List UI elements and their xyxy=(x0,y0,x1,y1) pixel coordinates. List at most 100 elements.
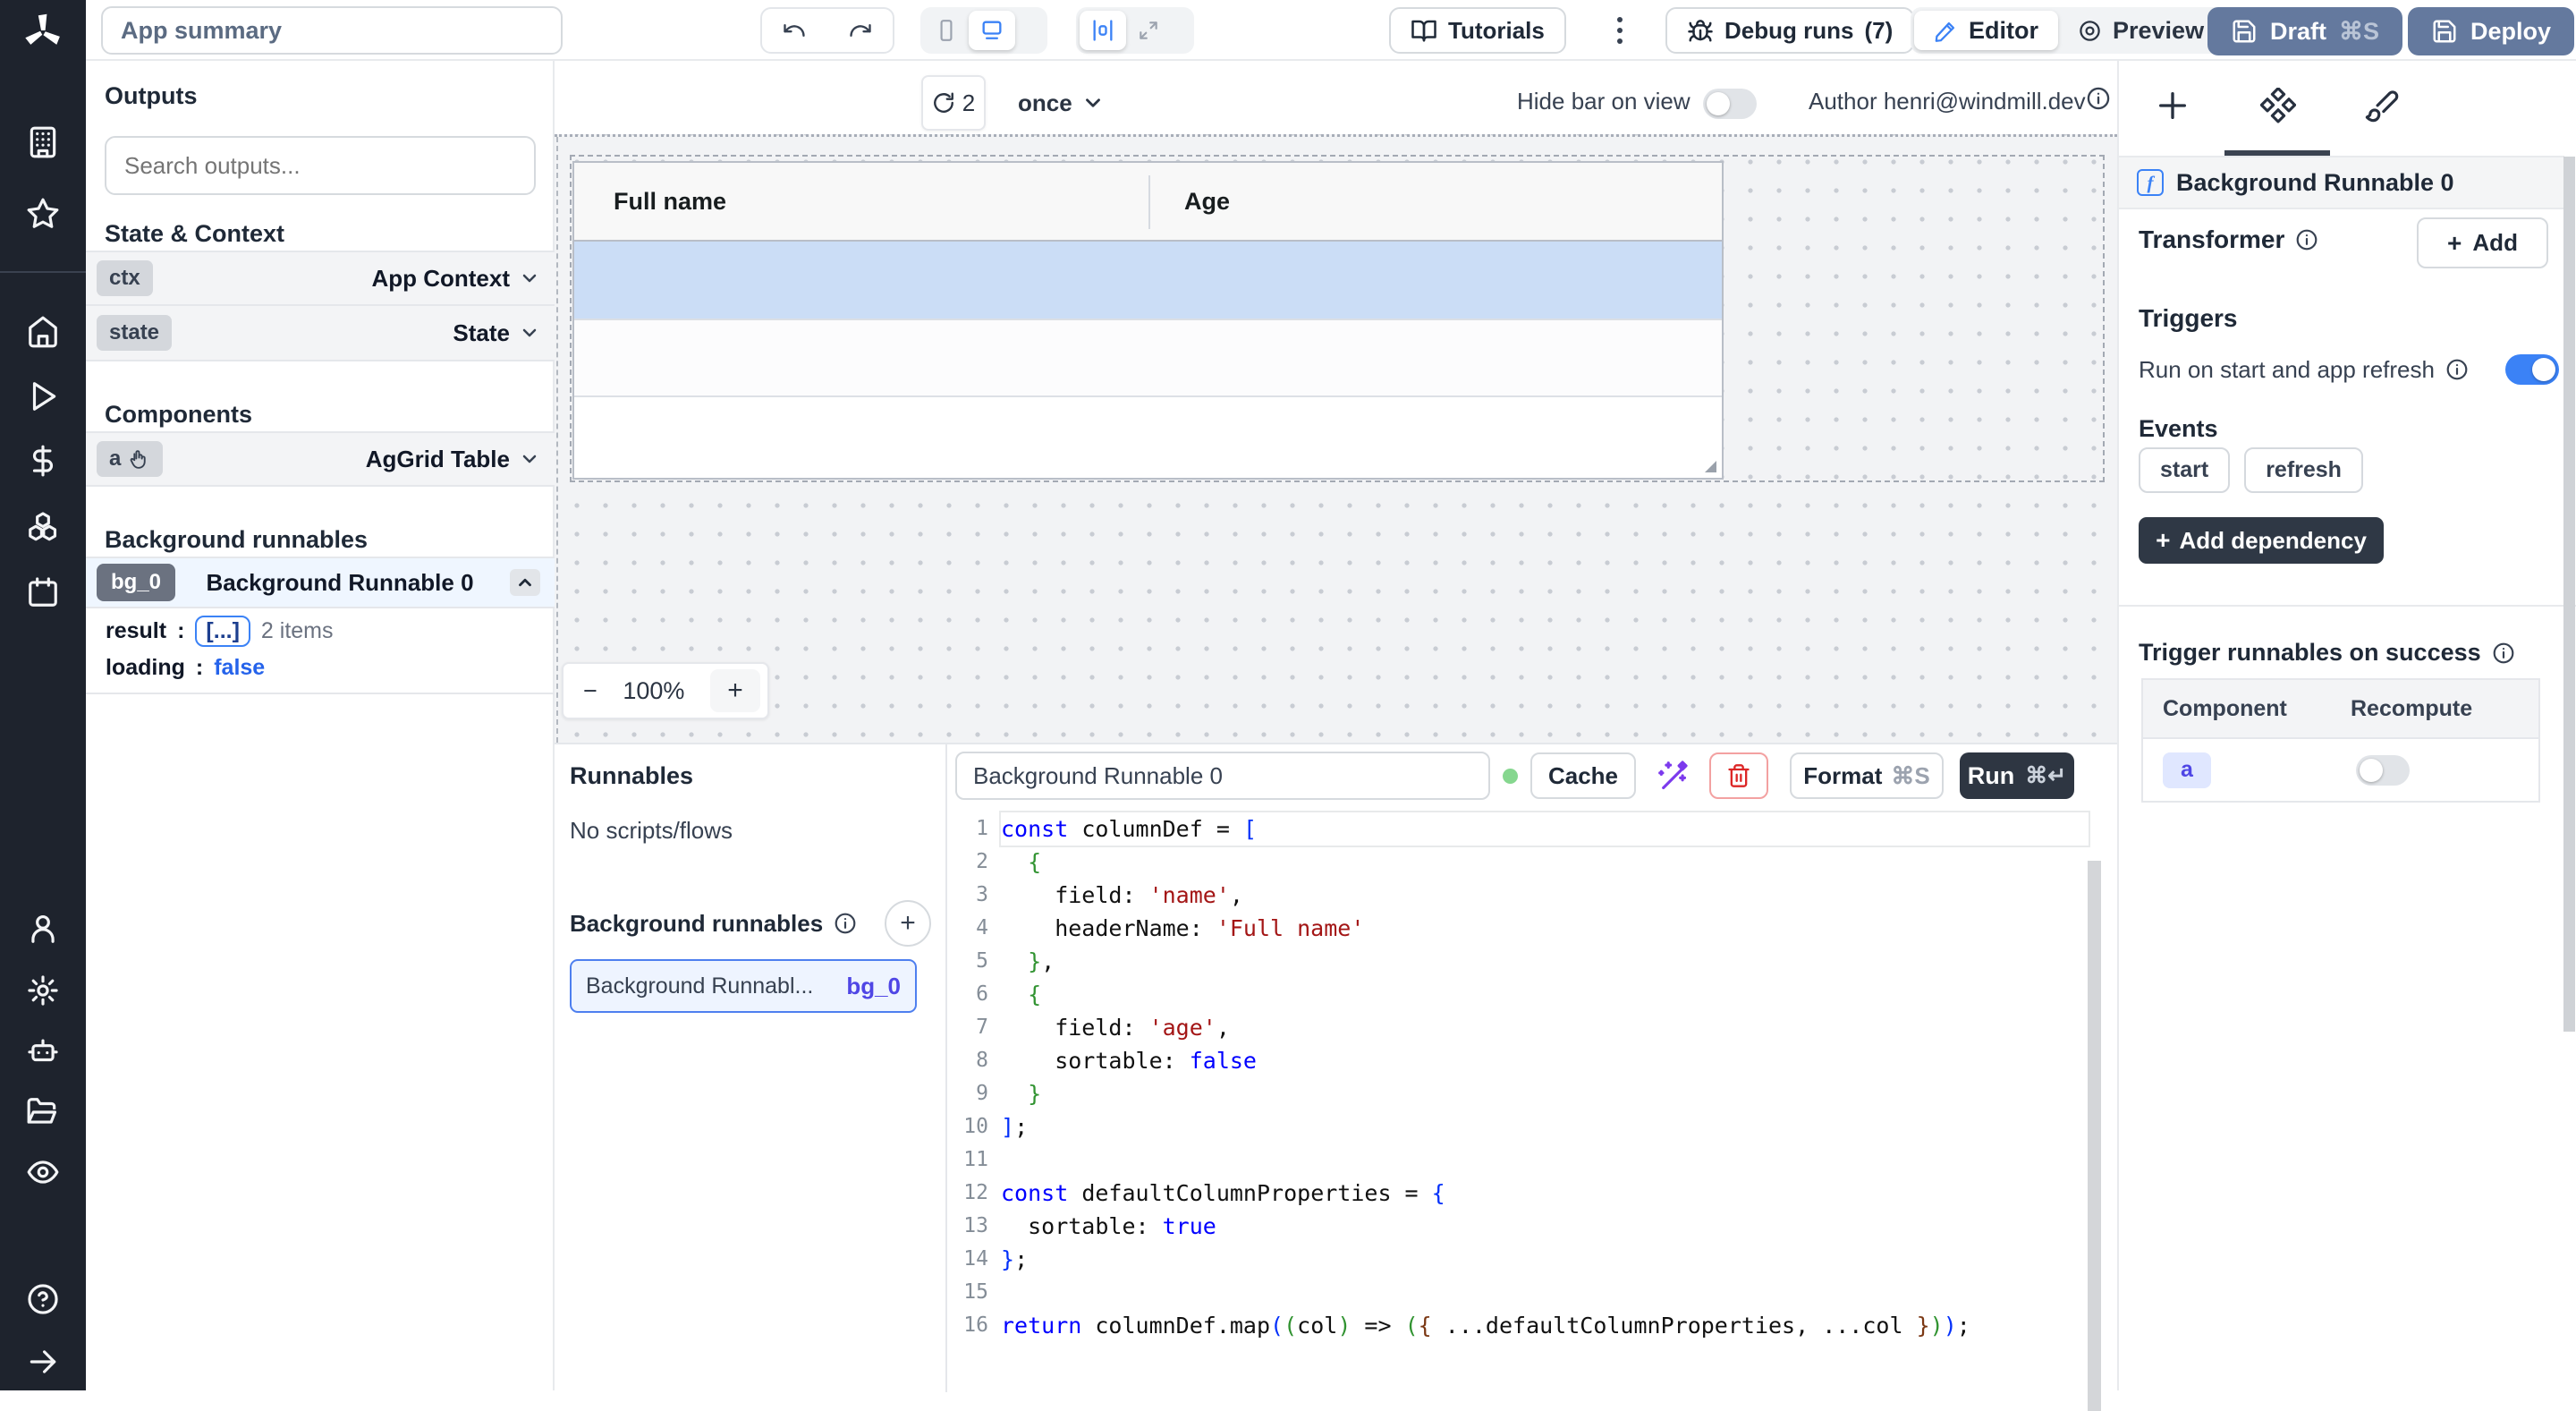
code-line[interactable]: field: 'age', xyxy=(1001,1011,2089,1044)
info-icon[interactable] xyxy=(2492,642,2515,665)
fullscreen-button[interactable] xyxy=(1126,11,1171,50)
resize-handle[interactable] xyxy=(1705,461,1716,472)
ctx-type-label: App Context xyxy=(371,265,510,293)
code-line[interactable]: sortable: true xyxy=(1001,1210,2089,1243)
column-header-full-name[interactable]: Full name xyxy=(574,188,1148,216)
variables-dollar-icon[interactable] xyxy=(26,444,60,478)
line-number: 4 xyxy=(947,912,988,945)
code-area[interactable]: 12345678910111213141516 const columnDef … xyxy=(947,807,2119,1392)
recompute-toggle[interactable] xyxy=(2356,755,2410,786)
run-on-start-toggle[interactable] xyxy=(2505,354,2559,385)
output-row-component-a[interactable]: a AgGrid Table xyxy=(86,431,555,487)
debug-runs-button[interactable]: Debug runs (7) xyxy=(1665,7,1914,54)
refresh-mode-dropdown[interactable]: once xyxy=(1009,75,1114,131)
code-line[interactable]: field: 'name', xyxy=(1001,879,2089,912)
hide-bar-toggle[interactable] xyxy=(1703,89,1757,119)
info-icon[interactable] xyxy=(2445,358,2469,381)
refresh-count-button[interactable]: 2 xyxy=(921,75,986,131)
app-canvas[interactable]: Full name Age − 100% + xyxy=(555,134,2117,743)
zoom-in-button[interactable]: + xyxy=(710,669,760,712)
help-icon[interactable] xyxy=(26,1282,60,1316)
users-person-icon[interactable] xyxy=(26,912,60,946)
preview-tab[interactable]: Preview xyxy=(2058,11,2224,50)
component-a-badge: a xyxy=(109,446,121,472)
add-transformer-button[interactable]: + Add xyxy=(2417,217,2548,268)
code-line[interactable]: }, xyxy=(1001,945,2089,978)
component-a-badge[interactable]: a xyxy=(2163,752,2211,788)
zoom-out-button[interactable]: − xyxy=(583,677,597,705)
editor-scrollbar[interactable] xyxy=(2088,861,2101,1411)
code-token: columnDef.map xyxy=(1081,1313,1270,1339)
workspace-icon[interactable] xyxy=(26,125,60,159)
save-icon xyxy=(2431,18,2458,45)
cache-label: Cache xyxy=(1548,762,1618,790)
tutorials-button[interactable]: Tutorials xyxy=(1389,7,1566,54)
code-line[interactable]: }; xyxy=(1001,1243,2089,1276)
info-icon[interactable] xyxy=(2295,228,2318,251)
expand-sidebar-arrow-icon[interactable] xyxy=(26,1345,60,1379)
home-icon[interactable] xyxy=(26,315,60,349)
settings-gear-icon[interactable] xyxy=(26,973,60,1007)
code-line[interactable] xyxy=(1001,1143,2089,1177)
favorites-star-icon[interactable] xyxy=(26,197,60,231)
code-line[interactable]: } xyxy=(1001,1077,2089,1110)
right-panel-scrollbar[interactable] xyxy=(2563,157,2575,1032)
code-line[interactable]: sortable: false xyxy=(1001,1044,2089,1077)
aggrid-table-component[interactable]: Full name Age xyxy=(572,161,1724,480)
add-dependency-button[interactable]: + Add dependency xyxy=(2139,517,2384,564)
collapse-bg0-button[interactable] xyxy=(510,569,540,596)
cache-button[interactable]: Cache xyxy=(1530,752,1636,799)
add-component-tab[interactable] xyxy=(2155,88,2190,123)
table-row[interactable] xyxy=(574,320,1722,397)
info-icon[interactable] xyxy=(2086,86,2111,111)
add-runnable-button[interactable]: + xyxy=(885,900,931,947)
code-line[interactable]: { xyxy=(1001,846,2089,879)
draft-button[interactable]: Draft ⌘S xyxy=(2207,7,2402,55)
audit-eye-icon[interactable] xyxy=(26,1155,60,1189)
styling-brush-tab[interactable] xyxy=(2364,88,2400,123)
resources-cubes-icon[interactable] xyxy=(26,510,60,544)
more-menu-button[interactable] xyxy=(1606,7,1633,54)
component-column-header: Component xyxy=(2143,696,2351,722)
runs-play-icon[interactable] xyxy=(26,379,60,413)
code-line[interactable]: headerName: 'Full name' xyxy=(1001,912,2089,945)
ai-wand-icon[interactable] xyxy=(1656,759,1690,793)
app-summary-input[interactable] xyxy=(101,6,563,55)
run-button[interactable]: Run ⌘↵ xyxy=(1960,752,2074,799)
desktop-view-button[interactable] xyxy=(969,11,1015,50)
code-line[interactable]: ]; xyxy=(1001,1110,2089,1143)
state-type-label: State xyxy=(453,319,510,347)
center-content-button[interactable] xyxy=(1080,11,1126,50)
schedules-calendar-icon[interactable] xyxy=(26,575,60,609)
selected-component-bounds[interactable]: Full name Age xyxy=(570,155,2105,482)
deploy-button[interactable]: Deploy xyxy=(2408,7,2574,55)
redo-button[interactable] xyxy=(828,9,893,52)
column-header-age[interactable]: Age xyxy=(1148,188,1230,216)
code-lines[interactable]: const columnDef = [ { field: 'name', hea… xyxy=(1001,812,2089,1342)
workers-robot-icon[interactable] xyxy=(26,1034,60,1068)
format-button[interactable]: Format ⌘S xyxy=(1790,752,1944,799)
code-line[interactable] xyxy=(1001,1276,2089,1309)
editor-tab[interactable]: Editor xyxy=(1914,11,2058,50)
search-outputs-input[interactable] xyxy=(105,136,536,195)
result-array-chip[interactable]: [...] xyxy=(195,616,250,647)
undo-button[interactable] xyxy=(762,9,826,52)
code-line[interactable]: const defaultColumnProperties = { xyxy=(1001,1177,2089,1210)
info-icon[interactable] xyxy=(834,912,857,935)
output-row-bg0[interactable]: bg_0 Background Runnable 0 xyxy=(86,557,555,608)
runnable-name-input[interactable] xyxy=(955,752,1490,800)
component-settings-tab[interactable] xyxy=(2260,88,2296,123)
delete-runnable-button[interactable] xyxy=(1709,752,1768,799)
output-row-state[interactable]: state State xyxy=(86,306,555,361)
code-line[interactable]: return columnDef.map((col) => ({ ...defa… xyxy=(1001,1309,2089,1342)
mobile-view-button[interactable] xyxy=(924,11,969,50)
windmill-logo-icon[interactable] xyxy=(21,11,64,54)
run-on-start-label: Run on start and app refresh xyxy=(2139,356,2435,384)
table-row-selected[interactable] xyxy=(574,242,1722,320)
column-divider[interactable] xyxy=(1148,175,1150,229)
runnable-list-item-selected[interactable]: Background Runnabl... bg_0 xyxy=(570,959,917,1013)
code-line[interactable]: { xyxy=(1001,978,2089,1011)
folders-icon[interactable] xyxy=(26,1095,60,1129)
code-line[interactable]: const columnDef = [ xyxy=(1001,812,2089,846)
output-row-ctx[interactable]: ctx App Context xyxy=(86,251,555,306)
